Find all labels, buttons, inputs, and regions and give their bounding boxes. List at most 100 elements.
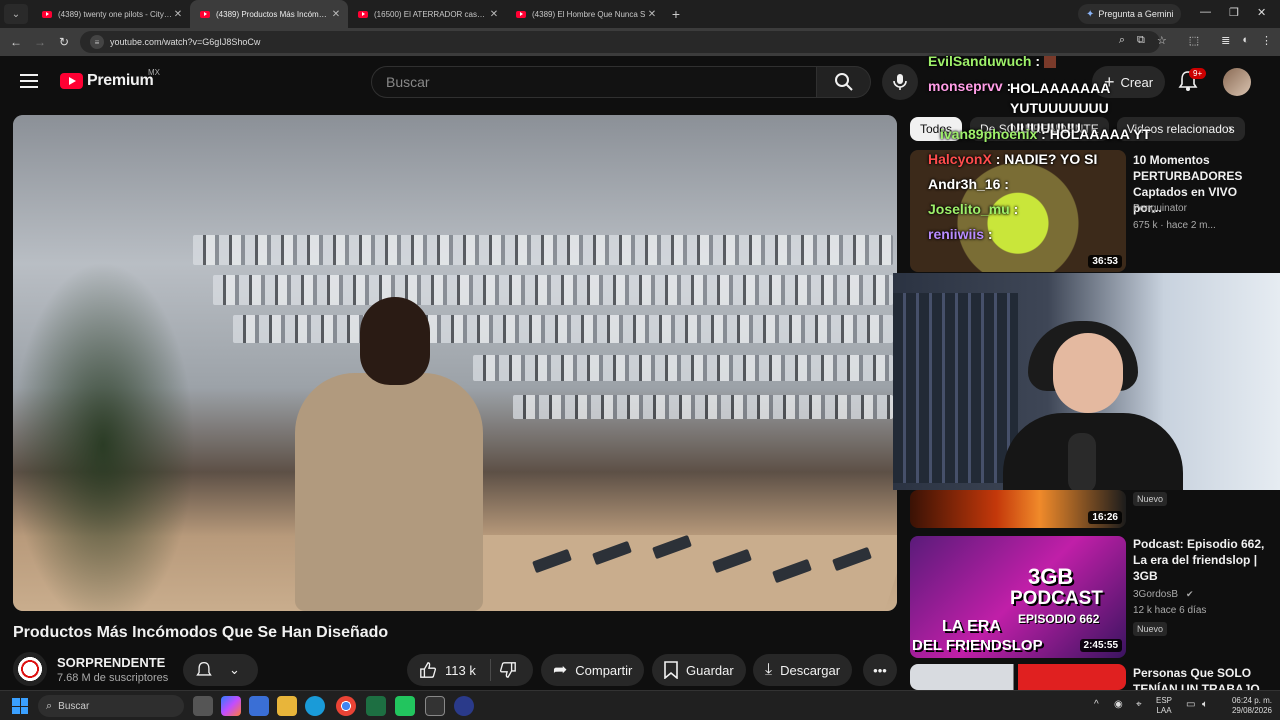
tray-app-icon[interactable]: ◉ — [1114, 700, 1123, 710]
windows-start-icon[interactable] — [12, 698, 28, 714]
divider — [489, 659, 491, 681]
extensions-icon[interactable]: ⬚ — [1189, 34, 1199, 47]
restore-icon[interactable]: ❐ — [1229, 6, 1239, 19]
recommendation-title[interactable]: Podcast: Episodio 662, La era del friend… — [1133, 536, 1265, 584]
chat-separator: : — [1000, 176, 1009, 192]
recommendation-channel[interactable]: 3GordosB — [1133, 589, 1178, 600]
minimize-icon[interactable]: — — [1200, 6, 1211, 18]
menu-icon[interactable]: ⋮ — [1261, 34, 1272, 47]
profile-icon[interactable]: ◐ — [1242, 34, 1249, 47]
edge-icon[interactable] — [305, 696, 325, 716]
duration-badge: 36:53 — [1088, 255, 1122, 268]
tab-search-button[interactable]: ⌄ — [4, 4, 28, 24]
channel-avatar[interactable] — [13, 652, 47, 686]
browser-tab[interactable]: (4389) El Hombre Que Nunca S ✕ — [506, 0, 664, 28]
store-shelf — [193, 235, 893, 265]
chat-username: Joselito_mu — [928, 201, 1010, 217]
cast-icon[interactable]: ⧉ — [1137, 34, 1145, 47]
chat-username: HalcyonX — [928, 151, 992, 167]
chrome-icon[interactable] — [336, 696, 356, 716]
task-view-icon[interactable] — [193, 696, 213, 716]
like-icon[interactable] — [419, 661, 437, 679]
close-tab-icon[interactable]: ✕ — [488, 9, 500, 20]
youtube-premium-logo[interactable]: Premium MX — [60, 68, 160, 90]
video-thumbnail[interactable]: 16:26 — [910, 490, 1126, 528]
media-controls-icon[interactable]: ≣ — [1221, 34, 1230, 47]
reload-icon[interactable]: ↻ — [52, 35, 76, 49]
video-thumbnail[interactable]: 3GB PODCAST EPISODIO 662 LA ERA DEL FRIE… — [910, 536, 1126, 658]
store-shelf — [473, 355, 893, 381]
share-button[interactable]: ➦ Compartir — [541, 654, 645, 686]
gemini-label: Pregunta a Gemini — [1098, 9, 1174, 19]
video-thumbnail[interactable] — [910, 664, 1126, 690]
chat-message: reniiwiis : — [928, 226, 993, 242]
close-tab-icon[interactable]: ✕ — [330, 9, 342, 20]
duration-badge: 16:26 — [1088, 511, 1122, 524]
clock[interactable]: 06:24 p. m. 29/08/2026 — [1222, 696, 1272, 716]
chevron-up-icon[interactable]: ^ — [1094, 700, 1099, 710]
zoom-icon[interactable]: ⌕ — [1119, 34, 1125, 47]
browser-tab-active[interactable]: (4389) Productos Más Incómodos ✕ — [190, 0, 348, 28]
channel-name[interactable]: SORPRENDENTE — [57, 655, 165, 670]
browser-tab[interactable]: (4389) twenty one pilots - City W ✕ — [32, 0, 190, 28]
save-button[interactable]: Guardar — [652, 654, 746, 686]
voice-search-button[interactable] — [882, 64, 918, 100]
copilot-icon[interactable] — [221, 696, 241, 716]
store-icon[interactable] — [249, 696, 269, 716]
app-icon[interactable] — [395, 696, 415, 716]
network-icon[interactable]: ▭ — [1186, 700, 1195, 710]
search-input[interactable]: Buscar — [371, 66, 817, 98]
new-badge: Nuevo — [1133, 492, 1168, 506]
new-tab-button[interactable]: + — [664, 6, 688, 22]
gemini-button[interactable]: ✦ Pregunta a Gemini — [1078, 4, 1182, 24]
search-button[interactable] — [817, 66, 871, 98]
forward-icon[interactable]: → — [28, 35, 52, 49]
volume-icon[interactable]: 🔈︎ — [1202, 700, 1208, 710]
keyboard-layout: LAA — [1156, 706, 1172, 715]
dislike-icon[interactable] — [499, 661, 517, 679]
store-shelf — [233, 315, 893, 343]
thumbnail-text: LA ERA — [942, 618, 1001, 635]
taskbar-search[interactable]: ⌕ Buscar — [38, 695, 184, 717]
browser-action-icons: ⌕ ⧉ ☆ ⬚ ≣ ◐ ⋮ — [1119, 34, 1272, 47]
video-title: Productos Más Incómodos Que Se Han Diseñ… — [13, 624, 389, 641]
bookmark-star-icon[interactable]: ☆ — [1157, 34, 1167, 47]
back-icon[interactable]: ← — [4, 35, 28, 49]
like-count[interactable]: 113 k — [445, 663, 476, 678]
chevron-right-icon[interactable]: › — [1228, 120, 1233, 136]
download-button[interactable]: ⤓ Descargar — [753, 654, 853, 686]
thumbnail-text: DEL FRIENDSLOP — [912, 637, 1043, 654]
hamburger-menu-icon[interactable] — [20, 74, 38, 88]
youtube-favicon-icon — [200, 10, 210, 18]
duration-badge: 2:45:55 — [1079, 639, 1122, 652]
close-tab-icon[interactable]: ✕ — [646, 9, 658, 20]
chevron-down-icon: ⌄ — [229, 662, 240, 677]
taskbar-search-label: Buscar — [58, 700, 90, 712]
location-icon: ⌖ — [1136, 699, 1142, 710]
subscribed-bell-button[interactable]: ⌄ — [183, 654, 258, 686]
close-tab-icon[interactable]: ✕ — [172, 9, 184, 20]
close-window-icon[interactable]: ✕ — [1257, 6, 1266, 19]
file-explorer-icon[interactable] — [277, 696, 297, 716]
youtube-logo-icon — [60, 73, 83, 89]
account-avatar[interactable] — [1223, 68, 1251, 96]
video-player[interactable] — [13, 115, 897, 611]
more-horizontal-icon: ••• — [873, 662, 887, 678]
site-info-icon[interactable]: ≡ — [90, 35, 104, 49]
address-bar[interactable]: ≡ youtube.com/watch?v=G6gIJ8ShoCw — [80, 31, 1160, 53]
recommendation-card[interactable]: 3GB PODCAST EPISODIO 662 LA ERA DEL FRIE… — [910, 536, 1270, 658]
screen: ⌄ (4389) twenty one pilots - City W ✕ (4… — [0, 0, 1280, 720]
recommendation-meta: 675 k · hace 2 m... — [1133, 220, 1216, 231]
app-icon[interactable] — [425, 696, 445, 716]
app-icon[interactable] — [454, 696, 474, 716]
recommendation-card[interactable]: Personas Que SOLO TENÍAN UN TRABAJO — [910, 664, 1270, 690]
input-language[interactable]: ESP LAA — [1156, 696, 1172, 716]
recommendation-channel[interactable]: Penguinator — [1133, 203, 1187, 214]
recommendation-title[interactable]: Personas Que SOLO TENÍAN UN TRABAJO — [1133, 665, 1265, 690]
recommendation-card[interactable]: 16:26 Nuevo — [910, 490, 1270, 528]
time-text: 06:24 p. m. — [1231, 696, 1272, 705]
browser-tab[interactable]: (16500) El ATERRADOR caso de ✕ — [348, 0, 506, 28]
tab-title: (4389) twenty one pilots - City W — [58, 9, 172, 19]
more-actions-button[interactable]: ••• — [863, 654, 897, 686]
excel-icon[interactable] — [366, 696, 386, 716]
